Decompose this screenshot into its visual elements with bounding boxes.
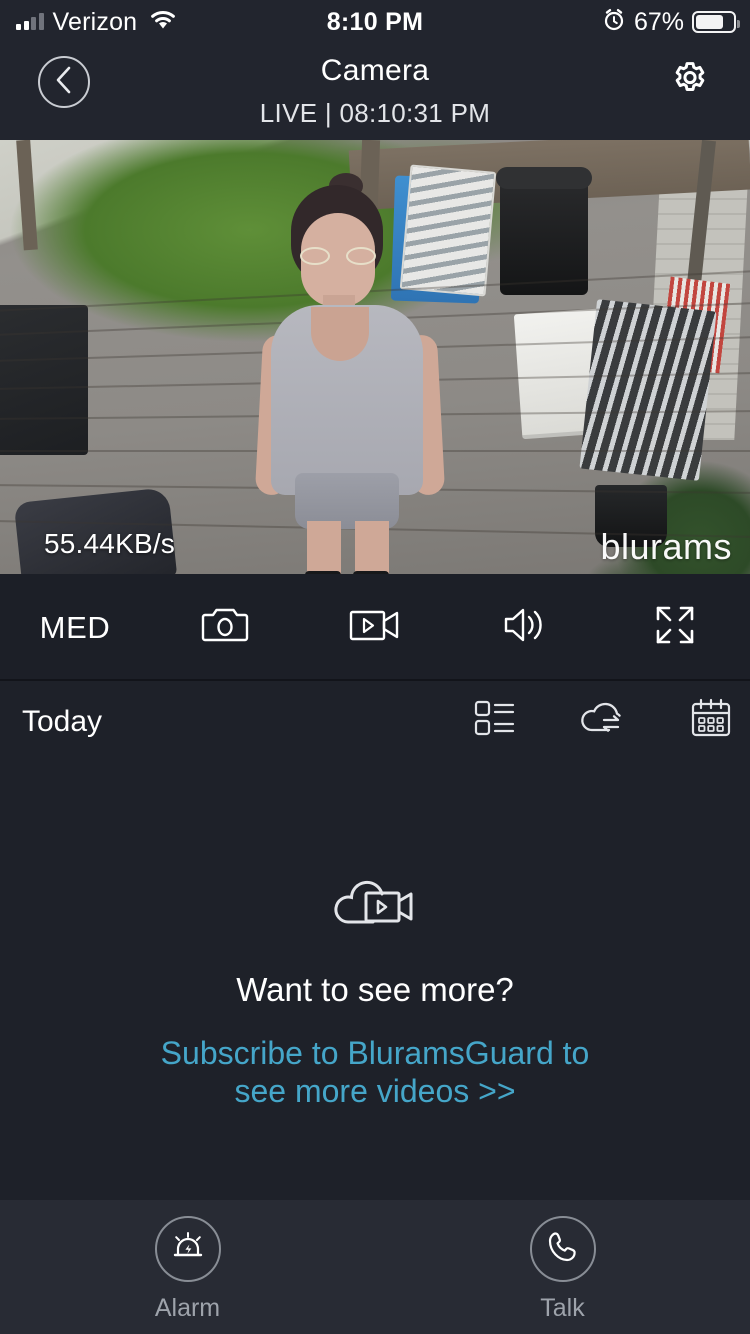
- speaker-icon: [502, 605, 548, 650]
- empty-state-headline: Want to see more?: [236, 971, 514, 1008]
- gear-icon: [669, 59, 711, 106]
- quality-selector[interactable]: MED: [0, 574, 150, 681]
- quality-label: MED: [39, 609, 111, 645]
- siren-icon: [170, 1229, 206, 1270]
- cloud-sync-icon: [579, 698, 627, 743]
- person-in-frame: [254, 173, 446, 574]
- fullscreen-button[interactable]: [600, 574, 750, 681]
- talk-icon-circle: [529, 1216, 596, 1282]
- nav-bar: Camera LIVE | 08:10:31 PM: [0, 44, 750, 140]
- trash-can-object: [496, 167, 592, 295]
- calendar-icon: [690, 697, 732, 744]
- video-camera-icon: [349, 606, 401, 649]
- live-video-view[interactable]: 55.44KB/s blurams: [0, 140, 750, 574]
- talk-button[interactable]: Talk: [375, 1200, 750, 1334]
- status-bar: Verizon 8:10 PM 67%: [0, 0, 750, 44]
- alarm-clock-icon: [602, 8, 626, 37]
- battery-percent-label: 67%: [633, 7, 684, 36]
- video-control-bar: MED: [0, 574, 750, 681]
- camera-icon: [201, 604, 249, 651]
- alarm-icon-circle: [154, 1216, 221, 1282]
- event-list-button[interactable]: [472, 697, 518, 743]
- talk-label: Talk: [540, 1294, 585, 1322]
- camera-scene: [0, 140, 750, 574]
- calendar-button[interactable]: [688, 697, 734, 743]
- alarm-button[interactable]: Alarm: [0, 1200, 375, 1334]
- control-bar-divider: [0, 679, 750, 681]
- expand-icon: [654, 604, 696, 651]
- status-bar-right: 67%: [602, 7, 740, 37]
- cloud-video-icon: [333, 872, 417, 935]
- app-screen: Verizon 8:10 PM 67% Camera LIVE | 08:10:…: [0, 0, 750, 1334]
- cloud-sync-button[interactable]: [580, 697, 626, 743]
- phone-icon: [546, 1230, 580, 1269]
- brand-watermark: blurams: [600, 526, 732, 567]
- list-icon: [474, 699, 516, 742]
- live-status-label: LIVE | 08:10:31 PM: [259, 98, 491, 128]
- subscribe-link[interactable]: Subscribe to BluramsGuard to see more vi…: [160, 1035, 590, 1111]
- settings-button[interactable]: [666, 58, 714, 106]
- bitrate-label: 55.44KB/s: [44, 528, 175, 559]
- timeline-actions: [472, 697, 734, 743]
- battery-icon: [692, 11, 740, 33]
- sound-button[interactable]: [450, 574, 600, 681]
- timeline-header: Today: [0, 683, 750, 768]
- page-title: Camera: [320, 54, 430, 87]
- timeline-date-label: Today: [22, 705, 103, 738]
- record-button[interactable]: [300, 574, 450, 681]
- alarm-label: Alarm: [154, 1294, 221, 1322]
- deck-post-left: [16, 140, 38, 251]
- snapshot-button[interactable]: [150, 574, 300, 681]
- bottom-action-bar: Alarm Talk: [0, 1200, 750, 1334]
- empty-state: Want to see more? Subscribe to BluramsGu…: [0, 768, 750, 1200]
